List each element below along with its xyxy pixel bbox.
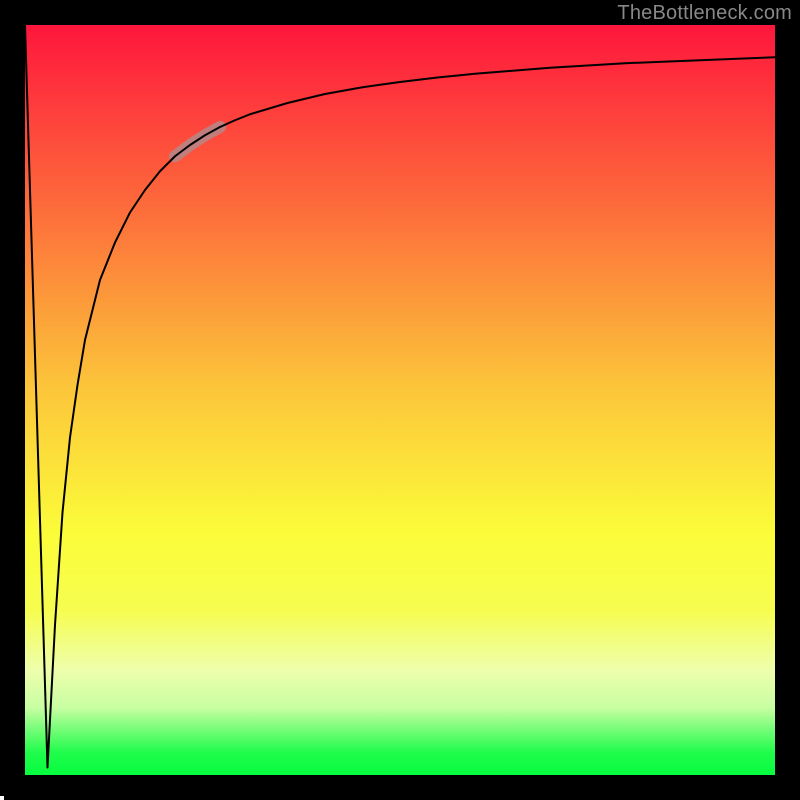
- chart-svg: [0, 0, 800, 800]
- chart-root: TheBottleneck.com: [0, 0, 800, 800]
- corner-notch: [0, 796, 4, 800]
- watermark: TheBottleneck.com: [617, 2, 792, 25]
- chart-plot-area: [25, 25, 775, 775]
